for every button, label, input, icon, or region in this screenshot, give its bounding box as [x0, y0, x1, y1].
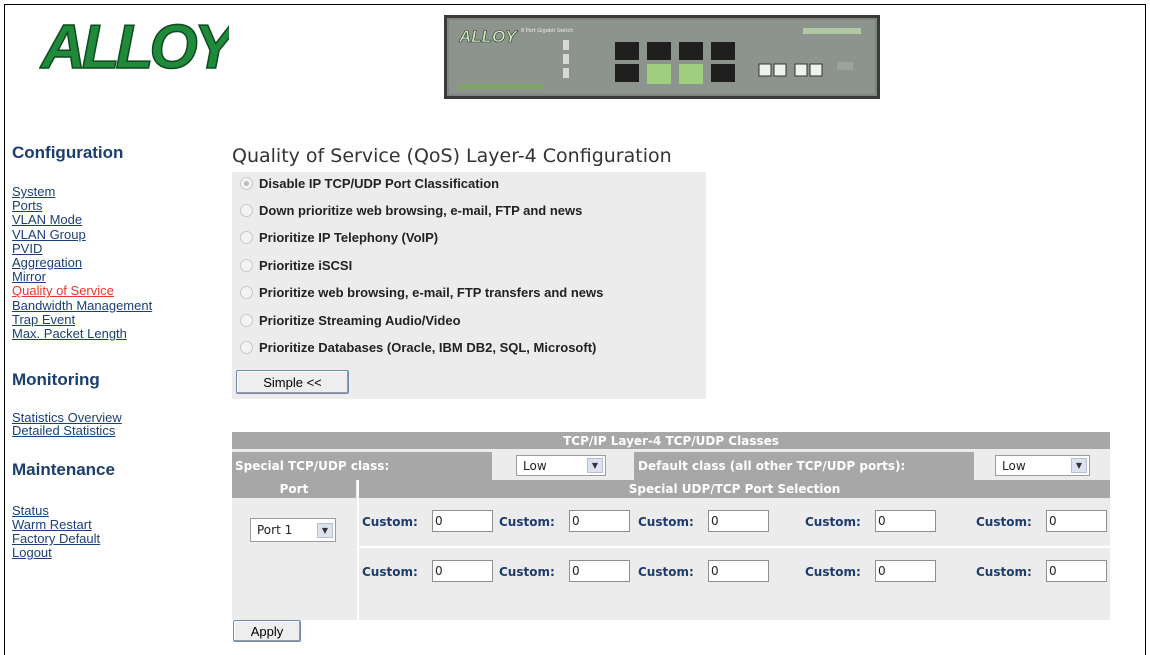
sidebar-link-vlan-mode[interactable]: VLAN Mode [12, 213, 82, 226]
qos-option-row: Prioritize iSCSI [232, 254, 706, 276]
qos-option-row: Disable IP TCP/UDP Port Classification [232, 172, 706, 194]
special-class-value: Low [523, 458, 547, 473]
custom-port-input[interactable] [875, 560, 936, 582]
custom-label: Custom: [805, 565, 861, 579]
qos-option-row: Prioritize IP Telephony (VoIP) [232, 227, 706, 249]
sidebar-link-max-packet-length[interactable]: Max. Packet Length [12, 327, 127, 340]
configuration-heading: Configuration [12, 143, 124, 162]
port-select-value: Port 1 [257, 523, 293, 537]
qos-options-panel: Disable IP TCP/UDP Port Classification Do… [232, 172, 706, 399]
default-class-value: Low [1002, 458, 1026, 473]
special-class-label: Special TCP/UDP class: [232, 452, 492, 480]
sidebar-link-quality-of-service[interactable]: Quality of Service [12, 284, 114, 297]
sidebar-link-detailed-statistics[interactable]: Detailed Statistics [12, 424, 115, 437]
qos-option-radio[interactable] [240, 203, 253, 217]
qos-option-radio[interactable] [240, 340, 253, 354]
port-selection-header: Special UDP/TCP Port Selection [359, 480, 1110, 498]
custom-label: Custom: [362, 565, 418, 579]
custom-label: Custom: [976, 515, 1032, 529]
sidebar-link-statistics-overview[interactable]: Statistics Overview [12, 411, 122, 424]
qos-option-label: Prioritize IP Telephony (VoIP) [259, 230, 439, 246]
custom-port-input[interactable] [708, 510, 769, 532]
qos-option-radio[interactable] [240, 286, 253, 300]
page-title: Quality of Service (QoS) Layer-4 Configu… [232, 145, 672, 167]
sidebar-link-vlan-group[interactable]: VLAN Group [12, 228, 86, 241]
qos-option-radio[interactable] [240, 231, 253, 245]
sidebar-link-logout[interactable]: Logout [12, 546, 52, 559]
custom-label: Custom: [499, 515, 555, 529]
sidebar-link-trap-event[interactable]: Trap Event [12, 313, 75, 326]
maintenance-heading: Maintenance [12, 460, 115, 479]
sidebar-link-bandwidth-management[interactable]: Bandwidth Management [12, 299, 152, 312]
qos-option-row: Down prioritize web browsing, e-mail, FT… [232, 199, 706, 221]
sidebar-link-aggregation[interactable]: Aggregation [12, 256, 82, 269]
svg-text:8 Port Gigabit Switch: 8 Port Gigabit Switch [521, 28, 573, 34]
default-class-select[interactable]: Low ▼ [995, 455, 1090, 476]
sidebar-link-warm-restart[interactable]: Warm Restart [12, 518, 92, 531]
custom-port-input[interactable] [569, 510, 630, 532]
sidebar-link-factory-default[interactable]: Factory Default [12, 532, 100, 545]
custom-label: Custom: [976, 565, 1032, 579]
sidebar-link-mirror[interactable]: Mirror [12, 270, 46, 283]
custom-label: Custom: [362, 515, 418, 529]
custom-label: Custom: [805, 515, 861, 529]
monitoring-heading: Monitoring [12, 370, 100, 389]
simple-button[interactable]: Simple << [236, 370, 349, 394]
svg-text:ALLOY: ALLOY [39, 13, 229, 72]
qos-option-label: Prioritize Streaming Audio/Video [259, 312, 461, 328]
custom-label: Custom: [499, 565, 555, 579]
sidebar-link-ports[interactable]: Ports [12, 199, 42, 212]
sidebar-link-status[interactable]: Status [12, 504, 49, 517]
switch-device-image: ALLOY 8 Port Gigabit Switch [444, 15, 880, 99]
qos-option-label: Prioritize iSCSI [259, 257, 353, 273]
qos-option-radio[interactable] [240, 313, 253, 327]
apply-button[interactable]: Apply [233, 620, 301, 642]
tcp-udp-classes-table: TCP/IP Layer-4 TCP/UDP Classes Special T… [232, 432, 1110, 620]
custom-port-input[interactable] [708, 560, 769, 582]
qos-option-label: Disable IP TCP/UDP Port Classification [259, 175, 500, 191]
custom-port-input[interactable] [1046, 560, 1107, 582]
sidebar-link-system[interactable]: System [12, 185, 55, 198]
chevron-down-icon: ▼ [1071, 458, 1087, 473]
qos-option-radio[interactable] [240, 258, 253, 272]
custom-port-input[interactable] [432, 510, 493, 532]
svg-text:ALLOY: ALLOY [458, 27, 518, 46]
chevron-down-icon: ▼ [317, 523, 333, 538]
special-class-select[interactable]: Low ▼ [516, 455, 606, 476]
qos-option-row: Prioritize Databases (Oracle, IBM DB2, S… [232, 336, 706, 358]
qos-option-radio[interactable] [240, 176, 253, 190]
custom-label: Custom: [638, 515, 694, 529]
qos-option-label: Prioritize Databases (Oracle, IBM DB2, S… [259, 339, 597, 355]
qos-option-row: Prioritize web browsing, e-mail, FTP tra… [232, 282, 706, 304]
custom-port-input[interactable] [1046, 510, 1107, 532]
chevron-down-icon: ▼ [587, 458, 603, 473]
custom-port-input[interactable] [569, 560, 630, 582]
alloy-logo: ALLOY [39, 12, 229, 72]
classes-header: TCP/IP Layer-4 TCP/UDP Classes [232, 432, 1110, 449]
qos-option-label: Down prioritize web browsing, e-mail, FT… [259, 202, 583, 218]
custom-port-input[interactable] [432, 560, 493, 582]
sidebar-link-pvid[interactable]: PVID [12, 242, 42, 255]
qos-option-label: Prioritize web browsing, e-mail, FTP tra… [259, 285, 604, 301]
custom-label: Custom: [638, 565, 694, 579]
default-class-label: Default class (all other TCP/UDP ports): [634, 452, 974, 480]
port-select[interactable]: Port 1 ▼ [250, 518, 336, 542]
custom-port-input[interactable] [875, 510, 936, 532]
port-column-header: Port [232, 480, 356, 498]
qos-option-row: Prioritize Streaming Audio/Video [232, 309, 706, 331]
